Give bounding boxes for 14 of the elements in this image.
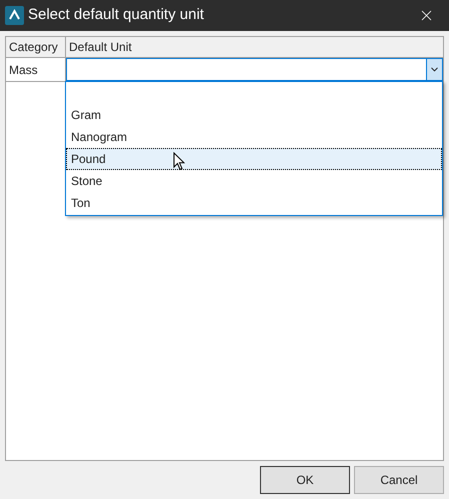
dialog-button[interactable]: Cancel bbox=[354, 466, 444, 494]
mouse-pointer-icon bbox=[173, 152, 185, 171]
table-cell: Mass bbox=[6, 58, 66, 81]
column-header[interactable]: Category bbox=[6, 37, 66, 57]
dialog-button[interactable]: OK bbox=[260, 466, 350, 494]
column-header[interactable]: Default Unit bbox=[66, 37, 443, 57]
dropdown-option[interactable]: Pound bbox=[66, 148, 442, 170]
dropdown-option[interactable]: Stone bbox=[66, 170, 442, 192]
app-logo-icon bbox=[5, 6, 24, 25]
dropdown-option[interactable]: Ton bbox=[66, 192, 442, 214]
dropdown-option[interactable]: Nanogram bbox=[66, 126, 442, 148]
dropdown-option[interactable]: Gram bbox=[66, 104, 442, 126]
window-title: Select default quantity unit bbox=[28, 5, 204, 26]
unit-dropdown[interactable] bbox=[66, 58, 443, 81]
